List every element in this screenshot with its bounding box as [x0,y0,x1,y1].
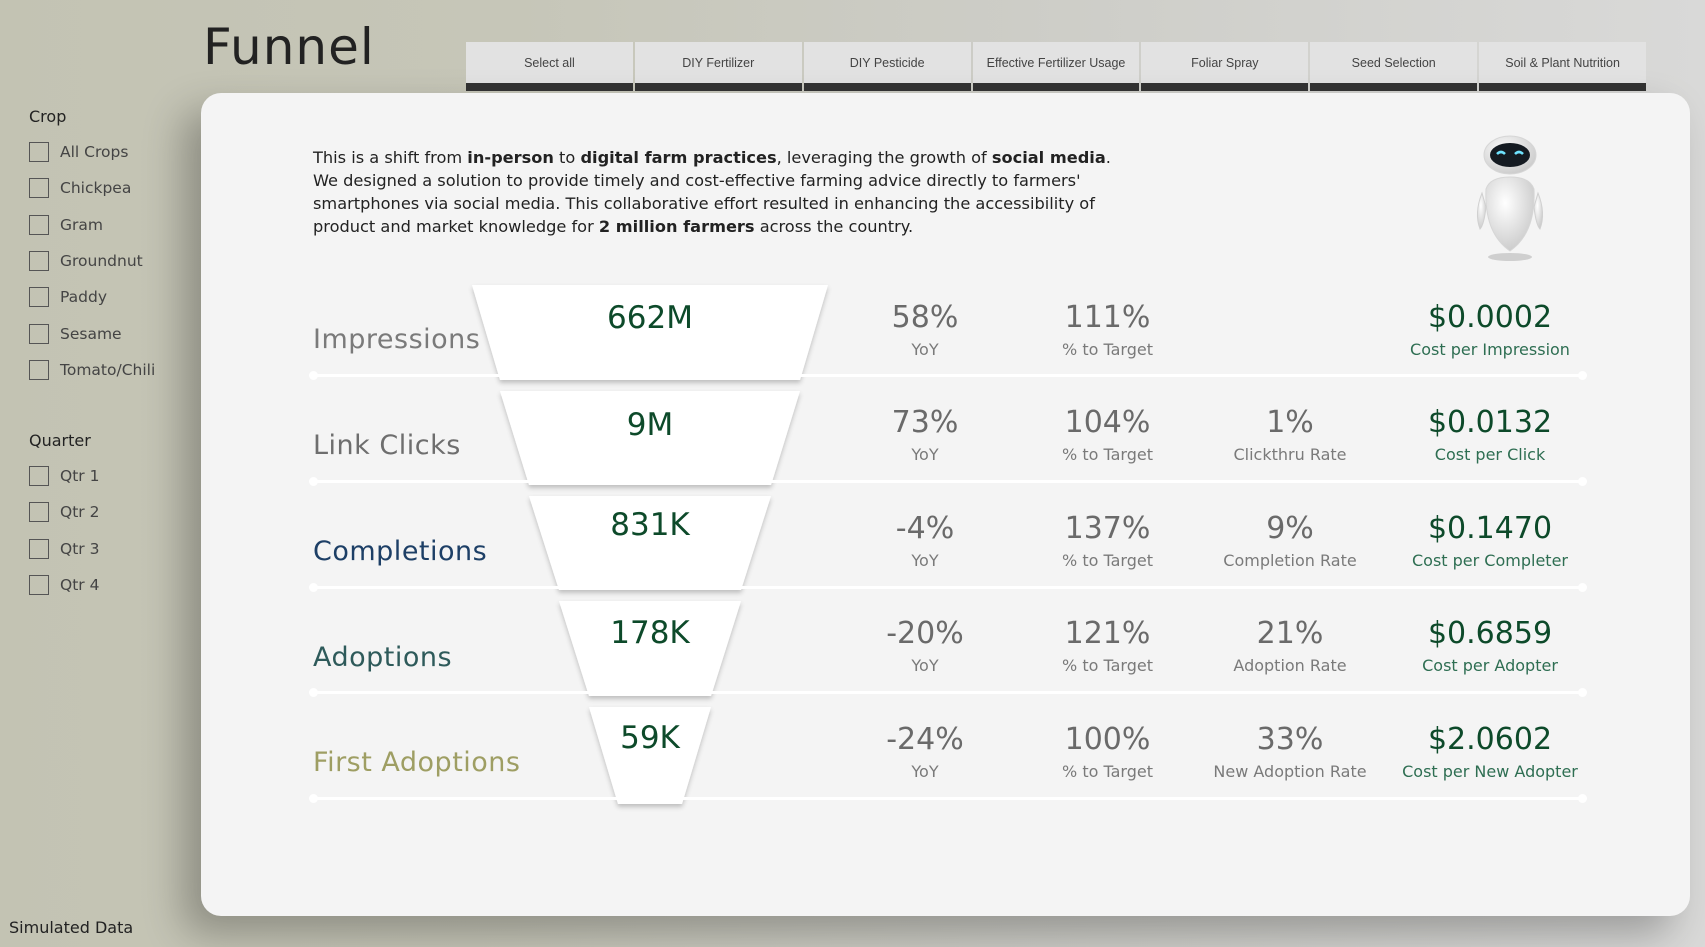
target-impressions: 111% % to Target [1040,300,1175,359]
cost-first-adoptions: $2.0602 Cost per New Adopter [1395,722,1585,781]
yoy-value: -20% [886,616,964,651]
cost-impressions: $0.0002 Cost per Impression [1395,300,1585,359]
rate-label: Adoption Rate [1233,656,1347,675]
stage-value-link-clicks: 9M [626,407,674,443]
yoy-value: -4% [895,511,955,546]
rate-label: Clickthru Rate [1233,445,1347,464]
funnel-graphic [472,285,828,804]
yoy-value: 58% [891,300,959,335]
target-label: % to Target [1062,551,1153,570]
cost-link-clicks: $0.0132 Cost per Click [1395,405,1585,464]
target-label: % to Target [1062,762,1153,781]
target-completions: 137% % to Target [1040,511,1175,570]
row-separator [309,794,1587,803]
cost-value: $2.0602 [1427,722,1553,757]
rate-adoptions: 21% Adoption Rate [1210,616,1370,675]
stage-value-completions: 831K [610,507,690,543]
rate-label: Completion Rate [1223,551,1357,570]
stage-label-completions: Completions [313,536,488,567]
target-value: 100% [1064,722,1151,757]
rate-completions: 9% Completion Rate [1210,511,1370,570]
yoy-value: -24% [886,722,964,757]
stage-value-adoptions: 178K [610,615,690,651]
cost-value: $0.6859 [1427,616,1553,651]
cost-adoptions: $0.6859 Cost per Adopter [1395,616,1585,675]
cost-value: $0.1470 [1427,511,1553,546]
row-separator [309,583,1587,592]
cost-label: Cost per Completer [1411,551,1568,570]
stage-label-link-clicks: Link Clicks [313,430,461,461]
stage-label-adoptions: Adoptions [313,642,453,673]
yoy-label: YoY [911,551,939,570]
yoy-label: YoY [911,340,939,359]
yoy-value: 73% [891,405,959,440]
stage-label-impressions: Impressions [313,324,481,355]
target-link-clicks: 104% % to Target [1040,405,1175,464]
cost-completions: $0.1470 Cost per Completer [1395,511,1585,570]
row-separator [309,371,1587,380]
stage-label-first-adoptions: First Adoptions [313,747,521,778]
yoy-completions: -4% YoY [860,511,990,570]
stage-value-impressions: 662M [607,300,693,336]
stage-value-first-adoptions: 59K [620,720,680,756]
cost-label: Cost per New Adopter [1402,762,1578,781]
yoy-label: YoY [911,762,939,781]
rate-value: 33% [1256,722,1324,757]
rate-first-adoptions: 33% New Adoption Rate [1210,722,1370,781]
target-value: 104% [1064,405,1151,440]
target-adoptions: 121% % to Target [1040,616,1175,675]
target-value: 111% [1064,300,1151,335]
rate-value: 21% [1256,616,1324,651]
target-value: 121% [1064,616,1151,651]
target-first-adoptions: 100% % to Target [1040,722,1175,781]
rate-value: 1% [1266,405,1314,440]
target-label: % to Target [1062,445,1153,464]
yoy-adoptions: -20% YoY [860,616,990,675]
rate-link-clicks: 1% Clickthru Rate [1210,405,1370,464]
yoy-label: YoY [911,445,939,464]
yoy-impressions: 58% YoY [860,300,990,359]
target-value: 137% [1064,511,1151,546]
yoy-first-adoptions: -24% YoY [860,722,990,781]
cost-label: Cost per Impression [1410,340,1570,359]
cost-label: Cost per Adopter [1422,656,1558,675]
cost-value: $0.0002 [1427,300,1553,335]
cost-value: $0.0132 [1427,405,1553,440]
yoy-link-clicks: 73% YoY [860,405,990,464]
row-separator [309,477,1587,486]
cost-label: Cost per Click [1434,445,1546,464]
target-label: % to Target [1062,656,1153,675]
rate-label: New Adoption Rate [1213,762,1367,781]
yoy-label: YoY [911,656,939,675]
rate-value: 9% [1266,511,1314,546]
target-label: % to Target [1062,340,1153,359]
row-separator [309,688,1587,697]
